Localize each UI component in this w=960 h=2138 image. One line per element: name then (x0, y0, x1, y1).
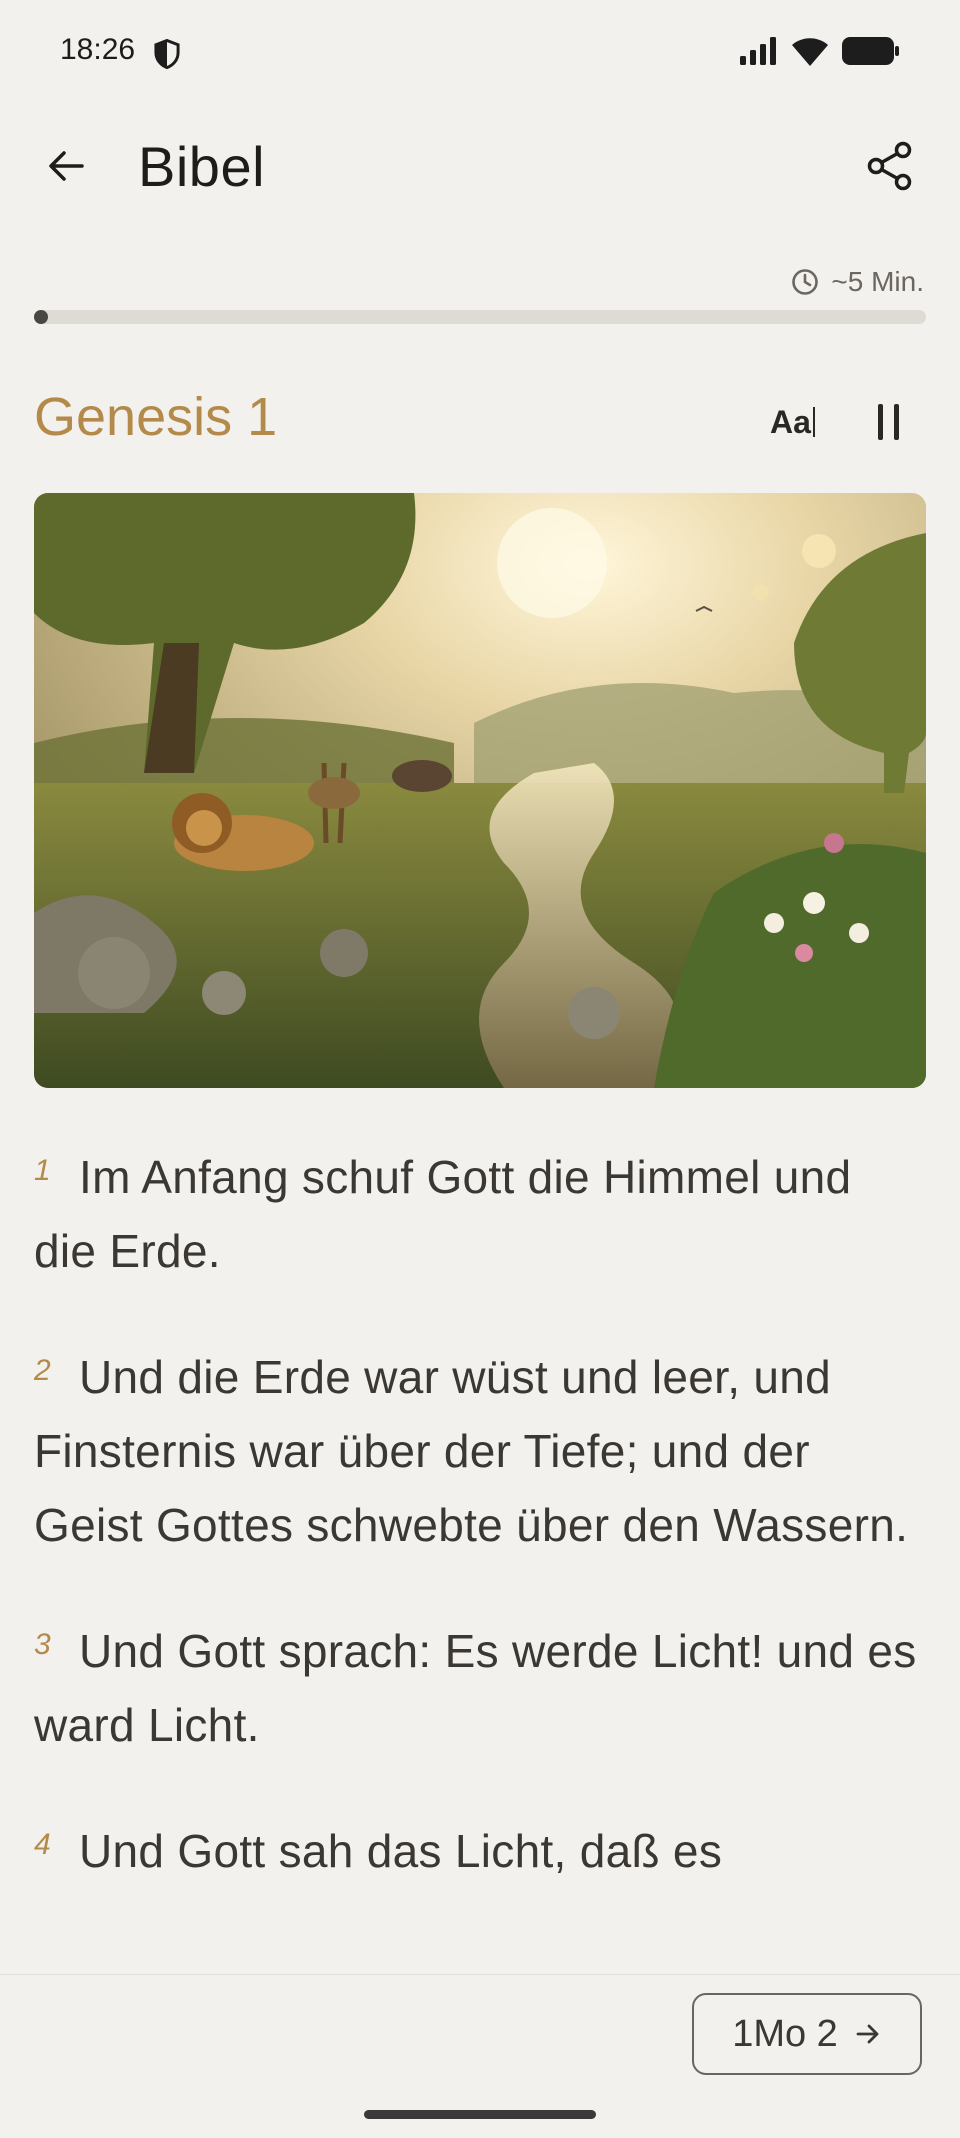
verse-number: 4 (34, 1828, 51, 1861)
signal-icon (740, 37, 776, 65)
home-indicator[interactable] (364, 2110, 596, 2119)
wifi-icon (792, 38, 828, 66)
verse-text: Und die Erde war wüst und leer, und Fins… (34, 1351, 909, 1551)
arrow-left-icon (49, 151, 84, 181)
verse[interactable]: 3 Und Gott sprach: Es werde Licht! und es… (34, 1614, 926, 1762)
shield-icon (154, 38, 180, 70)
status-time: 18:26 (60, 33, 136, 66)
next-chapter-label: 1Mo 2 (732, 2012, 838, 2055)
battery-icon (842, 37, 899, 65)
status-indicators (740, 36, 900, 66)
app-bar: Bibel (0, 110, 960, 226)
bottom-bar: 1Mo 2 (0, 1974, 960, 2138)
arrow-right-icon (856, 2024, 879, 2044)
verse-number: 2 (34, 1354, 51, 1387)
chapter-title: Genesis 1 (34, 387, 278, 447)
verse[interactable]: 2 Und die Erde war wüst und leer, und Fin… (34, 1340, 926, 1562)
verse-text: Und Gott sah das Licht, daß es (79, 1825, 723, 1877)
landscape-illustration (34, 493, 926, 1088)
verse-list: 1 Im Anfang schuf Gott die Himmel und die… (34, 1140, 926, 1940)
verse[interactable]: 1 Im Anfang schuf Gott die Himmel und die… (34, 1140, 926, 1288)
pause-button[interactable] (866, 396, 910, 448)
pause-icon-bar-left (877, 404, 883, 440)
reading-time-label: ~5 Min. (831, 266, 924, 297)
reading-progress-bar (34, 310, 926, 324)
share-button[interactable] (860, 136, 920, 196)
status-bar: 18:26 (0, 0, 960, 106)
reading-progress-fill (34, 310, 48, 324)
page-title: Bibel (138, 135, 266, 198)
next-chapter-button[interactable]: 1Mo 2 (692, 1993, 922, 2075)
verse-text: Im Anfang schuf Gott die Himmel und die … (34, 1151, 852, 1277)
verse[interactable]: 4 Und Gott sah das Licht, daß es (34, 1814, 926, 1888)
font-size-label: Aa (770, 403, 811, 440)
verse-text: Und Gott sprach: Es werde Licht! und es … (34, 1625, 917, 1751)
pause-icon-bar-right (893, 404, 899, 440)
verse-number: 3 (34, 1628, 51, 1661)
clock-icon (792, 269, 819, 295)
chapter-illustration (34, 493, 926, 1088)
font-size-button[interactable]: Aa (770, 396, 815, 448)
share-icon (867, 141, 912, 191)
reading-time: ~5 Min. (791, 266, 924, 298)
back-button[interactable] (36, 136, 96, 196)
verse-number: 1 (34, 1154, 51, 1187)
text-cursor-icon (812, 407, 815, 437)
